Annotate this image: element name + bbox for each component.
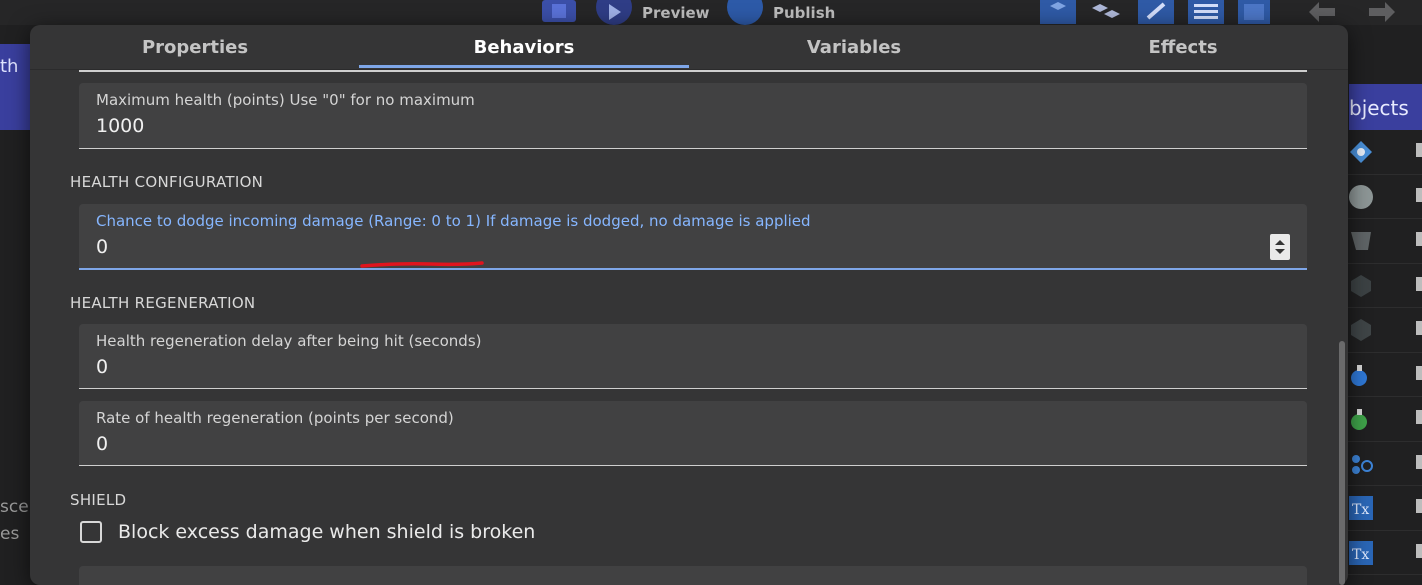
tab-behaviors[interactable]: Behaviors bbox=[359, 25, 689, 69]
block-excess-damage-option[interactable]: Block excess damage when shield is broke… bbox=[80, 521, 535, 543]
undo-icon[interactable] bbox=[1305, 0, 1345, 25]
potion-icon bbox=[1351, 364, 1367, 386]
section-shield: SHIELD bbox=[70, 491, 127, 509]
sprite-icon bbox=[1350, 141, 1372, 163]
hexagon-icon bbox=[1351, 319, 1371, 341]
objects-list: Tx Tx bbox=[1340, 130, 1422, 575]
tab-bar: Properties Behaviors Variables Effects bbox=[30, 25, 1348, 70]
object-row[interactable] bbox=[1340, 264, 1422, 308]
section-health-configuration: HEALTH CONFIGURATION bbox=[70, 173, 264, 191]
tab-variables[interactable]: Variables bbox=[689, 25, 1019, 69]
layers-icon[interactable] bbox=[1234, 0, 1274, 25]
form-scrollbar[interactable] bbox=[1339, 341, 1345, 585]
regen-rate-label: Rate of health regeneration (points per … bbox=[96, 409, 454, 427]
history-controls bbox=[1305, 0, 1399, 25]
object-3d-icon[interactable] bbox=[1038, 0, 1078, 25]
regen-rate-field[interactable]: Rate of health regeneration (points per … bbox=[79, 401, 1307, 466]
edit-icon[interactable] bbox=[1134, 0, 1178, 25]
max-health-value[interactable]: 1000 bbox=[96, 115, 144, 137]
list-icon[interactable] bbox=[1184, 0, 1228, 25]
play-icon bbox=[596, 0, 632, 25]
spinner-up-icon[interactable] bbox=[1275, 240, 1285, 245]
left-panel-text-2: es bbox=[0, 524, 20, 544]
regen-rate-value[interactable]: 0 bbox=[96, 433, 108, 455]
preview-button[interactable]: Preview bbox=[596, 0, 710, 25]
objects-panel-header[interactable]: bjects bbox=[1349, 84, 1422, 130]
particles-icon bbox=[1352, 454, 1373, 474]
shape-icon bbox=[1351, 232, 1371, 250]
tab-effects[interactable]: Effects bbox=[1018, 25, 1348, 69]
objects-panel-title: bjects bbox=[1349, 96, 1409, 120]
block-excess-damage-label: Block excess damage when shield is broke… bbox=[118, 521, 536, 543]
object-row[interactable] bbox=[1340, 308, 1422, 353]
potion-icon bbox=[1351, 409, 1367, 430]
redo-icon[interactable] bbox=[1359, 0, 1399, 25]
svg-text:Tx: Tx bbox=[1352, 547, 1369, 563]
max-health-field[interactable]: Maximum health (points) Use "0" for no m… bbox=[79, 83, 1307, 149]
left-panel-label: th bbox=[0, 56, 19, 77]
previous-field-underline bbox=[79, 70, 1307, 72]
object-row[interactable] bbox=[1340, 397, 1422, 442]
toolbar-debug-icon[interactable] bbox=[538, 0, 580, 25]
behaviors-form: Maximum health (points) Use "0" for no m… bbox=[30, 70, 1348, 585]
red-underline-annotation bbox=[360, 261, 484, 268]
tab-properties[interactable]: Properties bbox=[30, 25, 360, 69]
next-field[interactable] bbox=[79, 566, 1307, 585]
object-row[interactable] bbox=[1340, 442, 1422, 486]
object-row[interactable]: Tx bbox=[1340, 531, 1422, 575]
spinner-down-icon[interactable] bbox=[1275, 249, 1285, 254]
dodge-chance-value[interactable]: 0 bbox=[96, 236, 108, 258]
publish-icon bbox=[727, 0, 763, 25]
number-spinner[interactable] bbox=[1270, 234, 1290, 260]
object-row[interactable] bbox=[1340, 219, 1422, 264]
circle-icon bbox=[1349, 184, 1373, 209]
max-health-label: Maximum health (points) Use "0" for no m… bbox=[96, 91, 475, 109]
app-toolbar: Preview Publish bbox=[0, 0, 1422, 25]
text-object-icon: Tx bbox=[1349, 540, 1373, 565]
object-editor-dialog: Properties Behaviors Variables Effects M… bbox=[30, 25, 1348, 585]
block-excess-damage-checkbox[interactable] bbox=[80, 521, 102, 543]
group-objects-icon[interactable] bbox=[1084, 0, 1128, 25]
preview-label: Preview bbox=[642, 3, 710, 22]
text-object-icon: Tx bbox=[1349, 496, 1373, 520]
object-row[interactable] bbox=[1340, 175, 1422, 219]
object-row[interactable] bbox=[1340, 353, 1422, 397]
publish-label: Publish bbox=[773, 3, 836, 22]
active-tab-indicator bbox=[359, 65, 689, 68]
dodge-chance-field[interactable]: Chance to dodge incoming damage (Range: … bbox=[79, 204, 1307, 270]
left-panel-text-1: sce bbox=[0, 497, 29, 517]
object-row[interactable]: Tx bbox=[1340, 486, 1422, 531]
regen-delay-label: Health regeneration delay after being hi… bbox=[96, 332, 482, 350]
toolbar-icon-group bbox=[1038, 0, 1274, 25]
object-row[interactable] bbox=[1340, 130, 1422, 175]
publish-button[interactable]: Publish bbox=[727, 0, 835, 25]
svg-text:Tx: Tx bbox=[1352, 502, 1369, 518]
left-panel-header[interactable]: th bbox=[0, 44, 30, 130]
dodge-chance-label: Chance to dodge incoming damage (Range: … bbox=[96, 212, 811, 230]
regen-delay-field[interactable]: Health regeneration delay after being hi… bbox=[79, 324, 1307, 389]
section-health-regeneration: HEALTH REGENERATION bbox=[70, 294, 256, 312]
hexagon-icon bbox=[1351, 274, 1371, 297]
regen-delay-value[interactable]: 0 bbox=[96, 356, 108, 378]
